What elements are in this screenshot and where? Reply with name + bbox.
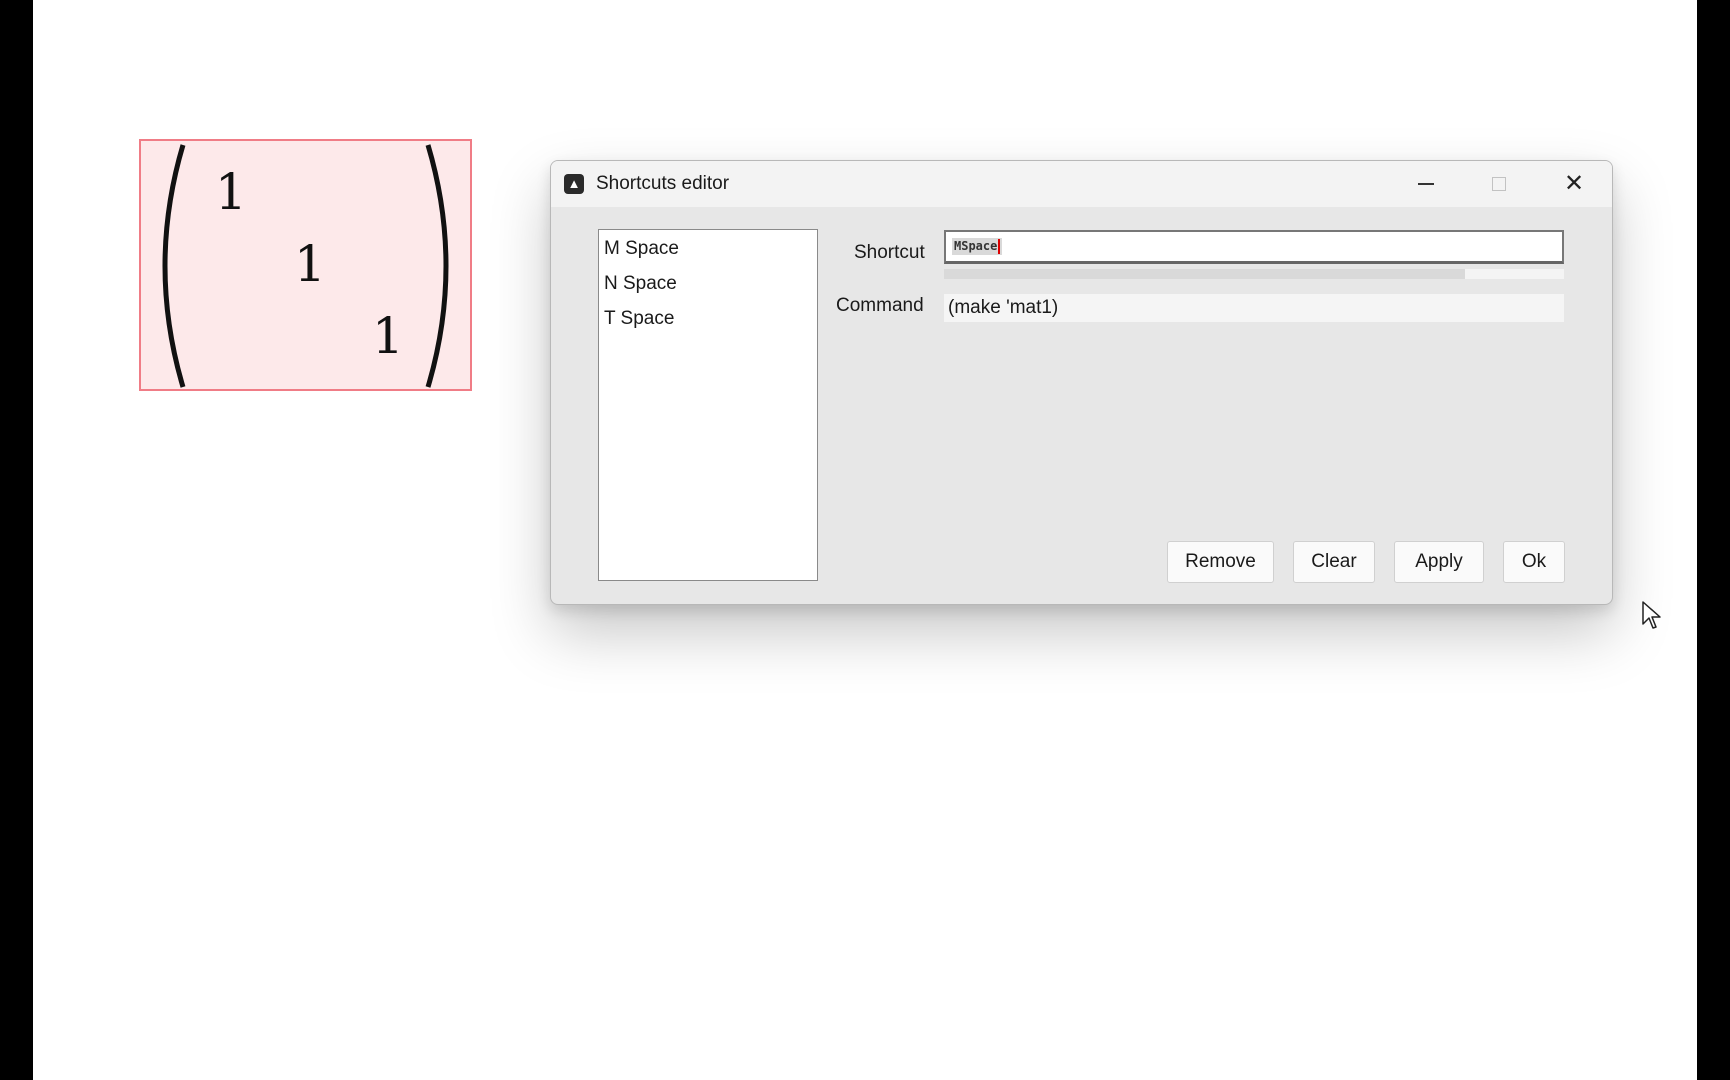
minimize-button[interactable] (1391, 161, 1461, 207)
mouse-pointer-icon (1641, 600, 1663, 630)
shortcuts-editor-dialog: ▲ Shortcuts editor ✕ M Space N Space T S… (550, 160, 1613, 605)
apply-button[interactable]: Apply (1394, 541, 1484, 583)
dialog-titlebar[interactable]: ▲ Shortcuts editor ✕ (551, 161, 1612, 207)
shortcut-input[interactable]: MSpace (944, 230, 1564, 264)
shortcut-list-item[interactable]: N Space (604, 273, 677, 295)
left-parenthesis (141, 141, 201, 391)
ok-button[interactable]: Ok (1503, 541, 1565, 583)
maximize-icon (1492, 177, 1506, 191)
matrix-entry-3-3[interactable]: 1 (372, 307, 404, 365)
right-letterbox-bar (1697, 0, 1730, 1080)
remove-button[interactable]: Remove (1167, 541, 1274, 583)
matrix-selection[interactable]: 1 1 1 (139, 139, 472, 391)
app-icon: ▲ (564, 174, 584, 194)
shortcut-list-item[interactable]: M Space (604, 238, 679, 260)
shortcut-progress-bar (944, 269, 1564, 279)
shortcuts-list[interactable]: M Space N Space T Space (598, 229, 818, 581)
clear-button[interactable]: Clear (1293, 541, 1375, 583)
text-caret (998, 239, 1000, 254)
dialog-title: Shortcuts editor (596, 173, 730, 194)
minimize-icon (1418, 183, 1434, 185)
shortcut-input-value: MSpace (952, 238, 1002, 255)
shortcut-label: Shortcut (854, 242, 925, 263)
command-input[interactable]: (make 'mat1) (944, 294, 1564, 322)
shortcut-progress-fill (944, 269, 1465, 279)
maximize-button[interactable] (1464, 161, 1534, 207)
matrix-entry-1-1[interactable]: 1 (215, 163, 247, 221)
command-input-value: (make 'mat1) (948, 297, 1059, 318)
shortcut-list-item[interactable]: T Space (604, 308, 674, 330)
right-parenthesis (410, 141, 470, 391)
command-label: Command (836, 295, 924, 316)
matrix-entry-2-2[interactable]: 1 (294, 235, 326, 293)
left-letterbox-bar (0, 0, 33, 1080)
close-button[interactable]: ✕ (1539, 161, 1609, 207)
close-icon: ✕ (1563, 170, 1585, 197)
